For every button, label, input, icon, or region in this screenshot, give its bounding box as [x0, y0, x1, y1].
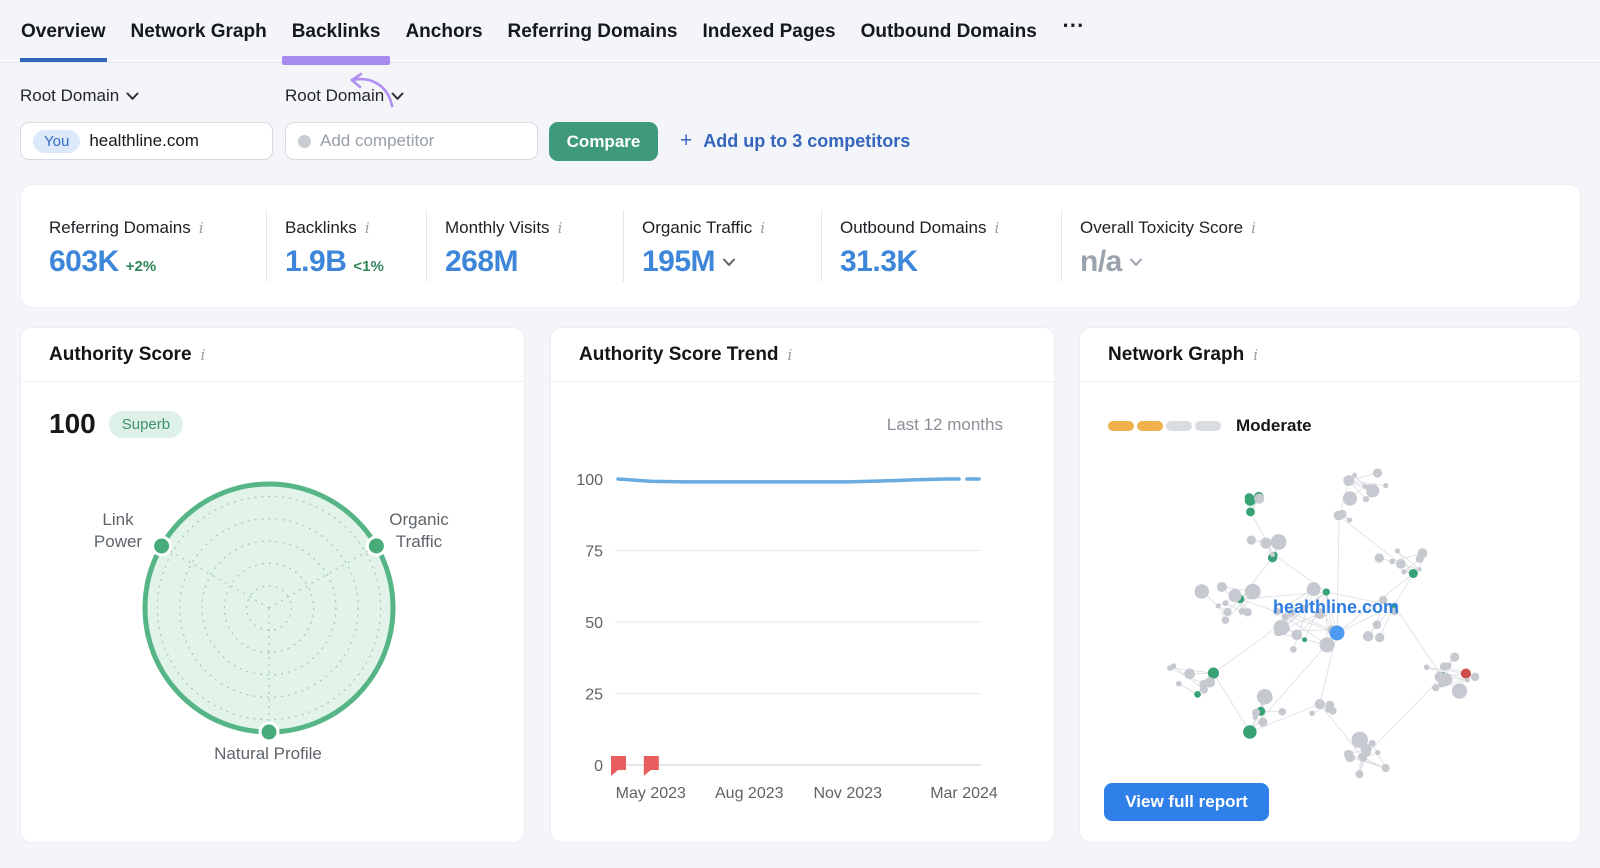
tab-indexed-pages[interactable]: Indexed Pages: [702, 1, 837, 62]
target-domain-input[interactable]: [89, 131, 219, 151]
metric-monthly-visits: Monthly Visitsi 268M: [426, 210, 623, 282]
metric-toxicity-score: Overall Toxicity Scorei n/a: [1061, 210, 1552, 282]
info-icon[interactable]: i: [788, 346, 793, 364]
metric-organic-traffic: Organic Traffici 195M: [623, 210, 821, 282]
tab-network-graph[interactable]: Network Graph: [130, 1, 268, 62]
svg-text:25: 25: [585, 687, 603, 704]
metrics-summary-card: Referring Domainsi 603K+2% Backlinksi 1.…: [20, 184, 1581, 308]
chevron-down-icon: [391, 92, 404, 101]
info-icon[interactable]: i: [1253, 346, 1258, 364]
competitor-field[interactable]: [285, 122, 538, 160]
svg-text:LinkPower: LinkPower: [94, 510, 143, 551]
competitor-color-dot-icon: [298, 135, 311, 148]
info-icon[interactable]: i: [760, 219, 765, 237]
info-icon[interactable]: i: [558, 219, 563, 237]
compare-button[interactable]: Compare: [549, 122, 658, 161]
metric-value: 31.3K: [840, 245, 918, 279]
info-icon[interactable]: i: [365, 219, 370, 237]
svg-text:Mar 2024: Mar 2024: [930, 785, 998, 802]
network-graph-card: Network Graph i Moderate healthline.com …: [1079, 327, 1581, 843]
competitor-input[interactable]: [320, 131, 450, 151]
plus-icon: +: [680, 129, 692, 153]
metric-backlinks: Backlinksi 1.9B<1%: [266, 210, 426, 282]
network-graph-visualization: healthline.com: [1080, 381, 1582, 843]
svg-text:0: 0: [594, 758, 603, 775]
metric-value: n/a: [1080, 245, 1122, 279]
target-domain-field[interactable]: You: [20, 122, 273, 160]
card-title: Authority Score: [49, 344, 192, 366]
competitor-scope-select[interactable]: Root Domain: [285, 86, 404, 106]
metric-value: 603K: [49, 245, 119, 279]
you-badge: You: [33, 130, 80, 153]
svg-text:May 2023: May 2023: [616, 785, 686, 802]
metric-value: 1.9B: [285, 245, 346, 279]
svg-text:75: 75: [585, 544, 603, 561]
svg-text:Aug 2023: Aug 2023: [715, 785, 784, 802]
metric-value: 268M: [445, 245, 518, 279]
svg-text:healthline.com: healthline.com: [1273, 597, 1399, 617]
tab-outbound-domains[interactable]: Outbound Domains: [860, 1, 1038, 62]
svg-text:OrganicTraffic: OrganicTraffic: [389, 510, 449, 551]
report-tabs: Overview Network Graph Backlinks Anchors…: [0, 0, 1600, 63]
svg-text:Nov 2023: Nov 2023: [813, 785, 882, 802]
metric-referring-domains: Referring Domainsi 603K+2%: [49, 210, 266, 282]
chevron-down-icon: [126, 92, 139, 101]
svg-text:Natural Profile: Natural Profile: [214, 744, 322, 763]
metric-outbound-domains: Outbound Domainsi 31.3K: [821, 210, 1061, 282]
tab-backlinks[interactable]: Backlinks: [291, 1, 382, 62]
add-competitors-link[interactable]: + Add up to 3 competitors: [680, 129, 910, 153]
metric-delta: +2%: [126, 258, 156, 275]
metric-delta: <1%: [353, 258, 383, 275]
svg-text:50: 50: [585, 615, 603, 632]
authority-score-trend-card: Authority Score Trend i Last 12 months 0…: [550, 327, 1055, 843]
tab-overview[interactable]: Overview: [20, 1, 107, 62]
info-icon[interactable]: i: [1251, 219, 1256, 237]
target-scope-select[interactable]: Root Domain: [20, 86, 139, 106]
card-title: Authority Score Trend: [579, 344, 779, 366]
chevron-down-icon[interactable]: [1129, 258, 1143, 267]
info-icon[interactable]: i: [994, 219, 999, 237]
metric-value: 195M: [642, 245, 715, 279]
authority-score-card: Authority Score i 100 Superb LinkPowerOr…: [20, 327, 525, 843]
info-icon[interactable]: i: [201, 346, 206, 364]
chevron-down-icon[interactable]: [722, 258, 736, 267]
view-full-report-button[interactable]: View full report: [1104, 783, 1269, 821]
more-tabs-button[interactable]: ⋯: [1061, 0, 1086, 62]
tab-referring-domains[interactable]: Referring Domains: [507, 1, 679, 62]
tab-anchors[interactable]: Anchors: [404, 1, 483, 62]
info-icon[interactable]: i: [199, 219, 204, 237]
card-title: Network Graph: [1108, 344, 1244, 366]
svg-text:100: 100: [576, 472, 603, 489]
authority-score-trend-chart: 0 25 50 75 100 May 2023 Aug 2023 Nov 2023 Mar 20…: [551, 381, 1056, 843]
authority-score-radar-chart: LinkPower OrganicTraffic Natural Profile: [21, 408, 526, 868]
